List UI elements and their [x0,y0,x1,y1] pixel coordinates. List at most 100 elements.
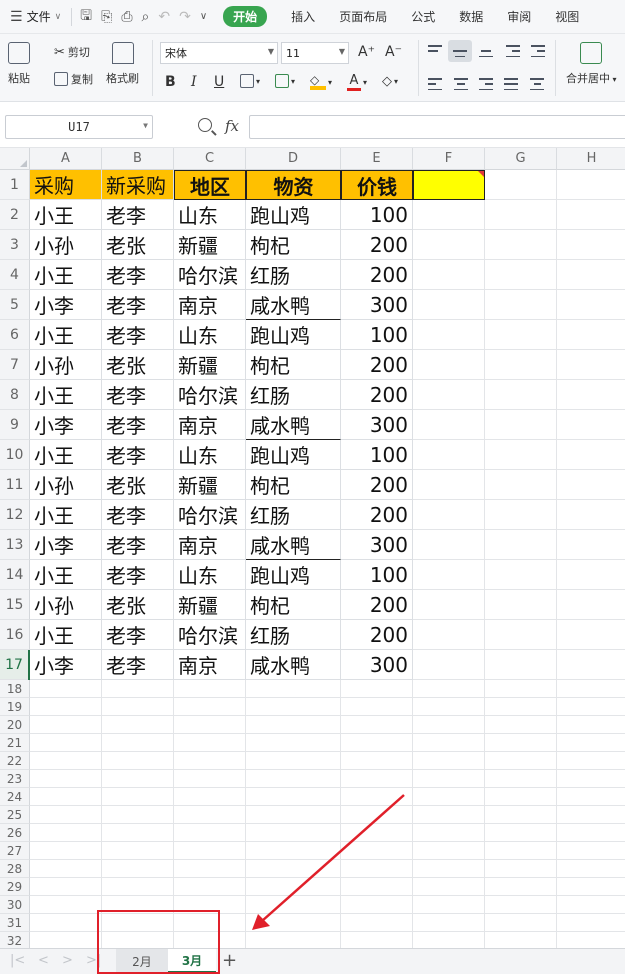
data-cell[interactable]: 跑山鸡 [246,200,341,230]
cell[interactable] [485,170,557,200]
data-cell[interactable]: 老张 [102,590,174,620]
row-header[interactable]: 28 [0,860,30,878]
cell[interactable] [174,806,246,824]
decrease-indent-icon[interactable] [506,45,520,57]
row-header[interactable]: 11 [0,470,30,500]
cell[interactable] [485,752,557,770]
cell[interactable] [341,680,413,698]
cell[interactable] [174,842,246,860]
underline-button[interactable]: U [214,74,224,90]
data-cell[interactable]: 老李 [102,620,174,650]
conditional-format-button[interactable]: ▾ [275,74,295,88]
cell[interactable] [102,680,174,698]
cell[interactable] [485,590,557,620]
data-cell[interactable]: 枸杞 [246,590,341,620]
data-cell[interactable]: 200 [341,380,413,410]
cell[interactable] [413,500,485,530]
cell[interactable] [174,734,246,752]
cell[interactable] [557,734,625,752]
cell[interactable] [174,752,246,770]
cell[interactable] [557,170,625,200]
data-cell[interactable]: 南京 [174,290,246,320]
data-cell[interactable]: 老李 [102,440,174,470]
cell[interactable] [246,806,341,824]
cell[interactable] [341,788,413,806]
cell[interactable] [485,620,557,650]
cell[interactable] [557,620,625,650]
highlighted-cell[interactable] [413,170,485,200]
cell[interactable] [413,560,485,590]
data-cell[interactable]: 老李 [102,260,174,290]
cell[interactable] [557,716,625,734]
paste-button[interactable]: 粘贴 [8,42,30,86]
cell[interactable] [102,806,174,824]
data-cell[interactable]: 小王 [30,620,102,650]
data-cell[interactable]: 南京 [174,530,246,560]
column-header[interactable]: F [413,148,485,170]
cell[interactable] [341,914,413,932]
row-header[interactable]: 18 [0,680,30,698]
row-header[interactable]: 6 [0,320,30,350]
row-header[interactable]: 14 [0,560,30,590]
data-cell[interactable]: 枸杞 [246,230,341,260]
tab-view[interactable]: 视图 [543,0,591,33]
cell[interactable] [485,470,557,500]
cell[interactable] [30,842,102,860]
data-cell[interactable]: 山东 [174,560,246,590]
cell[interactable] [413,698,485,716]
cell[interactable] [413,290,485,320]
clear-format-button[interactable]: ◇ ▾ [382,74,398,89]
cell[interactable] [102,770,174,788]
row-header[interactable]: 10 [0,440,30,470]
row-header[interactable]: 12 [0,500,30,530]
formula-input[interactable] [249,115,625,139]
file-menu[interactable]: ☰ 文件 ∨ [0,0,67,33]
data-cell[interactable]: 老李 [102,410,174,440]
zoom-icon[interactable] [198,118,212,132]
cell[interactable] [485,842,557,860]
data-cell[interactable]: 100 [341,560,413,590]
name-box[interactable]: U17 ▼ [5,115,153,139]
cell[interactable] [557,806,625,824]
cell[interactable] [485,896,557,914]
cell[interactable] [485,200,557,230]
data-cell[interactable]: 小李 [30,410,102,440]
cell[interactable] [485,320,557,350]
cell[interactable] [102,860,174,878]
row-header[interactable]: 24 [0,788,30,806]
align-center-icon[interactable] [454,78,468,90]
cell[interactable] [485,860,557,878]
bold-button[interactable]: B [165,74,176,90]
data-cell[interactable]: 红肠 [246,380,341,410]
border-button[interactable]: ▾ [240,74,260,88]
print-icon[interactable]: ⎙ [121,9,132,25]
cell[interactable] [413,590,485,620]
row-header[interactable]: 32 [0,932,30,948]
cell[interactable] [30,788,102,806]
cell[interactable] [341,698,413,716]
row-header[interactable]: 21 [0,734,30,752]
cell[interactable] [485,260,557,290]
data-cell[interactable]: 小李 [30,530,102,560]
data-cell[interactable]: 300 [341,530,413,560]
cell[interactable] [485,500,557,530]
row-header[interactable]: 4 [0,260,30,290]
row-header[interactable]: 7 [0,350,30,380]
column-header[interactable]: H [557,148,625,170]
cell[interactable] [30,770,102,788]
data-cell[interactable]: 南京 [174,410,246,440]
cell[interactable] [413,620,485,650]
cell[interactable] [413,440,485,470]
tab-review[interactable]: 审阅 [495,0,543,33]
justify-icon[interactable] [504,78,518,90]
copy-button[interactable]: 复制 [54,71,93,87]
data-cell[interactable]: 山东 [174,320,246,350]
cell[interactable] [485,650,557,680]
cell[interactable] [30,716,102,734]
redo-icon[interactable]: ↷ [179,9,191,25]
select-all-corner[interactable] [0,148,30,170]
data-cell[interactable]: 新疆 [174,590,246,620]
cell[interactable] [557,824,625,842]
cell[interactable] [557,752,625,770]
cell[interactable] [485,530,557,560]
